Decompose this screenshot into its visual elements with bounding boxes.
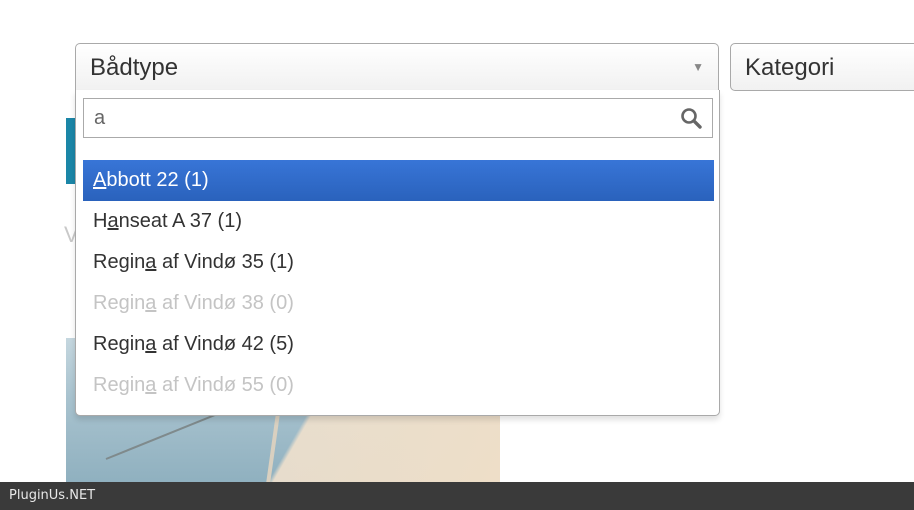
result-item-match: a — [145, 251, 157, 273]
result-item: Regina af Vindø 55 (0) — [83, 365, 714, 406]
result-item-text-after: nseat A 37 (1) — [118, 210, 242, 232]
result-item-text-after: af Vindø 35 (1) — [156, 251, 294, 273]
result-item: Regina af Vindø 38 (0) — [83, 283, 714, 324]
result-item-text-before: H — [93, 210, 108, 232]
search-input[interactable] — [84, 99, 674, 137]
result-item-text-before: Regin — [93, 333, 146, 355]
result-item-text-after: af Vindø 38 (0) — [156, 292, 294, 314]
result-item[interactable]: Hanseat A 37 (1) — [83, 201, 714, 242]
result-item-text-before: Regin — [93, 374, 146, 396]
result-item-match: A — [93, 169, 107, 191]
search-field[interactable] — [83, 98, 713, 138]
result-item-text-after: bbott 22 (1) — [106, 169, 209, 191]
result-item-match: a — [145, 374, 157, 396]
footer-bar: PluginUs.NET — [0, 482, 914, 510]
result-item-text-before: Regin — [93, 292, 146, 314]
result-item-text-after: af Vindø 55 (0) — [156, 374, 294, 396]
result-item-match: a — [145, 292, 157, 314]
result-item[interactable]: Regina af Vindø 35 (1) — [83, 242, 714, 283]
result-item[interactable]: Abbott 22 (1) — [83, 160, 714, 201]
boat-type-dropdown: Abbott 22 (1)Hanseat A 37 (1)Regina af V… — [75, 90, 720, 416]
footer-brand-text: PluginUs.NET — [9, 488, 96, 503]
category-select-label: Kategori — [745, 54, 835, 81]
triangle-down-icon: ▼ — [692, 60, 704, 74]
boat-type-select-label: Bådtype — [90, 54, 179, 81]
result-item[interactable]: Regina af Vindø 42 (5) — [83, 324, 714, 365]
result-item-text-before: Regin — [93, 251, 146, 273]
result-item-text-after: af Vindø 42 (5) — [156, 333, 294, 355]
boat-type-select[interactable]: Bådtype ▼ — [75, 43, 719, 91]
result-item-match: a — [107, 210, 119, 232]
search-icon — [681, 108, 702, 129]
results-list: Abbott 22 (1) Hanseat A 37 (1) Regina af V… — [83, 160, 714, 406]
result-item-match: a — [145, 333, 157, 355]
category-select[interactable]: Kategori — [730, 43, 914, 91]
